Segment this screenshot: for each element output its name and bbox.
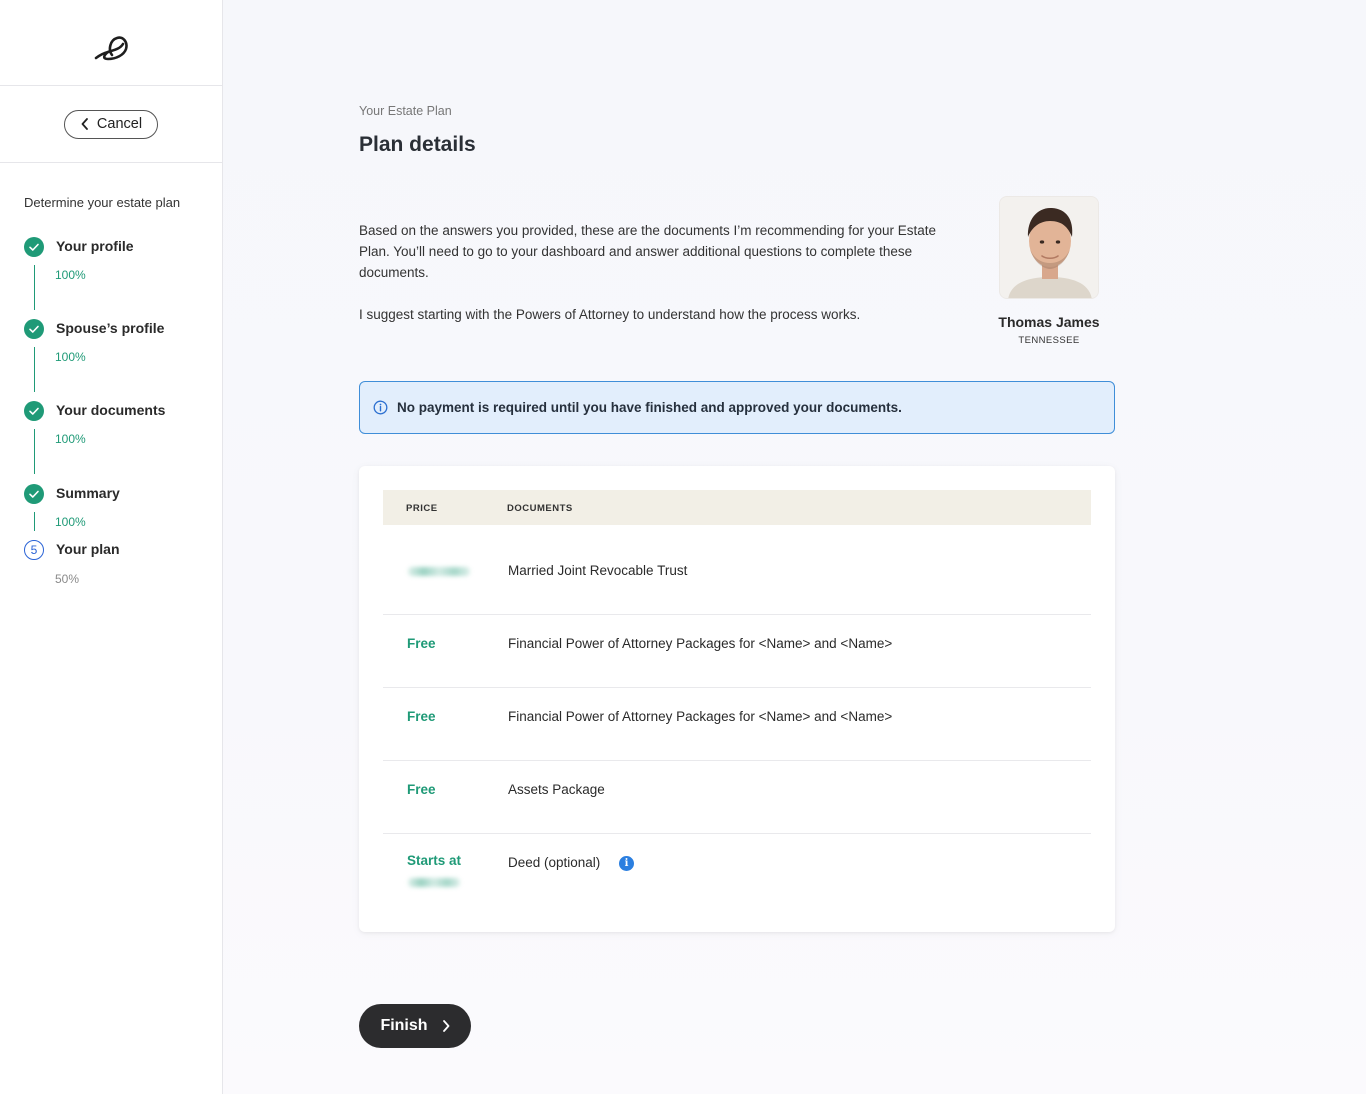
info-icon[interactable]: i [619,856,634,871]
agent-avatar [999,196,1099,299]
step-progress: 100% [55,350,86,364]
step-connector [34,512,35,531]
step-progress: 100% [55,268,86,282]
table-row: Free Financial Power of Attorney Package… [383,615,1091,688]
cancel-area: Cancel [0,86,222,163]
table-header: PRICE DOCUMENTS [383,490,1091,525]
check-icon [24,484,44,504]
document-name: Deed (optional) [508,855,601,870]
document-name: Assets Package [508,782,605,797]
documents-card: PRICE DOCUMENTS Married Joint Revocable … [359,466,1115,932]
finish-button[interactable]: Finish [359,1004,471,1048]
agent-state: TENNESSEE [1018,335,1080,346]
agent-name: Thomas James [998,314,1100,330]
table-row: Starts at Deed (optional) i [383,834,1091,924]
table-row: Free Assets Package [383,761,1091,834]
intro-paragraph: Based on the answers you provided, these… [359,223,937,280]
intro-paragraph: I suggest starting with the Powers of At… [359,307,861,322]
info-icon [373,400,388,415]
price-value: Free [407,709,436,724]
step-label: Summary [56,485,120,501]
step-label: Spouse’s profile [56,320,165,336]
check-icon [24,319,44,339]
price-value: Free [407,636,436,651]
finish-label: Finish [380,1017,428,1034]
step-progress: 100% [55,515,86,529]
check-icon [24,237,44,257]
step-number-icon: 5 [24,540,44,560]
step-label: Your documents [56,402,166,418]
sidebar: Cancel Determine your estate plan Your p… [0,0,223,1094]
column-header-price: PRICE [406,503,438,514]
check-icon [24,401,44,421]
step-connector [34,265,35,310]
step-connector [34,347,35,392]
page-eyebrow: Your Estate Plan [359,104,452,118]
table-row: Free Financial Power of Attorney Package… [383,688,1091,761]
step-progress: 50% [55,572,80,586]
logo-area [0,0,222,86]
step-connector [34,429,35,474]
main-content: Your Estate Plan Plan details Based on t… [223,0,1366,1094]
cancel-label: Cancel [96,116,143,132]
step-label: Your profile [56,238,134,254]
price-value: Starts at [407,853,462,868]
document-name: Married Joint Revocable Trust [508,563,688,578]
chevron-right-icon [442,1020,449,1032]
page-title: Plan details [359,133,476,156]
hidden-price [408,567,470,576]
table-row: Married Joint Revocable Trust [383,525,1091,615]
agent-portrait-icon [1000,197,1098,298]
hidden-price [408,878,460,887]
document-name: Financial Power of Attorney Packages for… [508,709,893,724]
brand-logo-icon[interactable] [90,25,132,61]
step-progress: 100% [55,432,86,446]
chevron-left-icon [81,118,88,130]
price-value: Free [407,782,436,797]
step-label: Your plan [56,541,120,557]
column-header-documents: DOCUMENTS [507,503,573,514]
intro-text: Based on the answers you provided, these… [359,220,949,325]
payment-notice: No payment is required until you have fi… [359,381,1115,434]
document-name: Financial Power of Attorney Packages for… [508,636,893,651]
steps-title: Determine your estate plan [24,195,181,210]
notice-text: No payment is required until you have fi… [397,400,902,415]
cancel-button[interactable]: Cancel [63,109,159,139]
